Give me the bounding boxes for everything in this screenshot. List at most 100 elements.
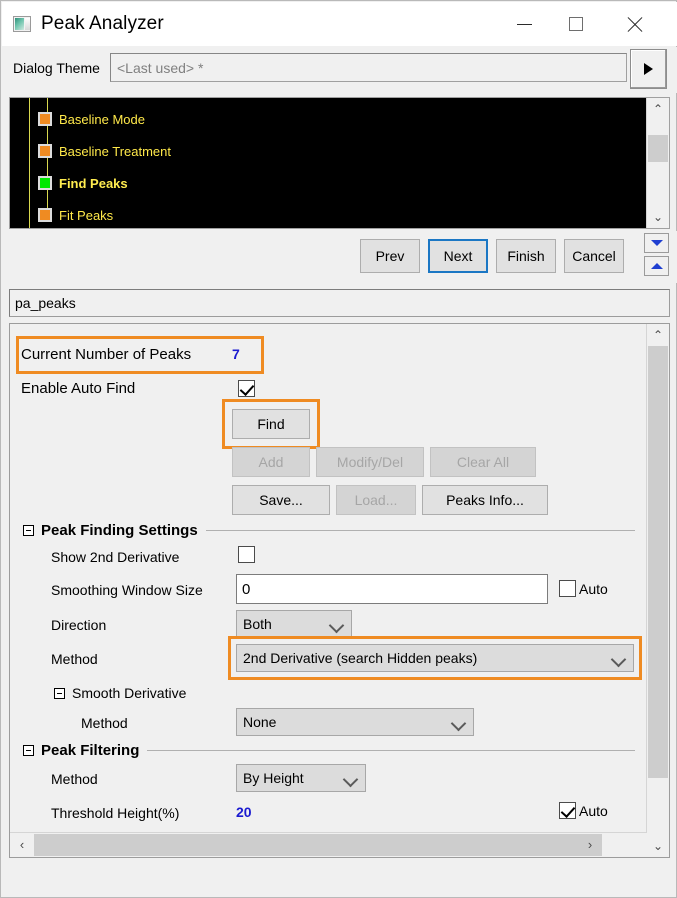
- settings-horizontal-scrollbar[interactable]: ‹ ›: [10, 832, 647, 857]
- settings-scroll-right-button[interactable]: ›: [578, 833, 602, 856]
- peak-filtering-method-combo[interactable]: By Height: [236, 764, 366, 792]
- smooth-derivative-method-combo[interactable]: None: [236, 708, 474, 736]
- title-bar: Peak Analyzer: [2, 2, 677, 46]
- threshold-auto-checkbox[interactable]: [559, 802, 576, 819]
- wizard-tree-panel: Baseline Mode Baseline Treatment Find Pe…: [9, 97, 670, 229]
- tree-status-icon: [38, 208, 52, 222]
- chevron-down-icon: [328, 617, 345, 634]
- tree-item-label: Baseline Treatment: [59, 143, 172, 159]
- threshold-height-value[interactable]: 20: [236, 804, 252, 820]
- direction-label: Direction: [51, 617, 107, 633]
- maximize-icon: [569, 17, 583, 31]
- enable-auto-find-checkbox[interactable]: [238, 380, 255, 397]
- smoothing-auto-checkbox[interactable]: [559, 580, 576, 597]
- next-button[interactable]: Next: [428, 239, 488, 273]
- settings-scroll-left-button[interactable]: ‹: [10, 833, 34, 856]
- clear-all-button[interactable]: Clear All: [430, 447, 536, 477]
- wizard-tree-canvas: Baseline Mode Baseline Treatment Find Pe…: [10, 98, 647, 228]
- close-button[interactable]: [611, 3, 657, 45]
- triangle-down-icon: [650, 240, 663, 246]
- chevron-down-icon: [342, 771, 359, 788]
- add-button[interactable]: Add: [232, 447, 310, 477]
- tree-item-label: Fit Peaks: [59, 207, 114, 223]
- direction-combo[interactable]: Both: [236, 610, 352, 638]
- tree-scrollbar-thumb[interactable]: [648, 135, 668, 162]
- dialog-theme-label: Dialog Theme: [13, 60, 100, 76]
- load-button[interactable]: Load...: [336, 485, 416, 515]
- tree-line: [29, 98, 30, 228]
- tree-vertical-scrollbar[interactable]: ⌃ ⌄: [646, 98, 669, 228]
- triangle-up-icon: [650, 263, 663, 269]
- tree-item-label: Find Peaks: [59, 175, 128, 191]
- peak-finding-settings-title: Peak Finding Settings: [41, 522, 198, 539]
- dialog-name-input[interactable]: pa_peaks: [9, 289, 670, 317]
- peaks-info-button[interactable]: Peaks Info...: [422, 485, 548, 515]
- settings-scrollbar-thumb[interactable]: [648, 346, 668, 778]
- peak-analyzer-dialog: Peak Analyzer Dialog Theme <Last used> *…: [0, 0, 677, 898]
- find-button[interactable]: Find: [232, 409, 310, 439]
- direction-combo-value: Both: [243, 616, 272, 632]
- threshold-auto-label: Auto: [579, 803, 608, 819]
- smoothing-window-size-label: Smoothing Window Size: [51, 582, 203, 598]
- show-2nd-derivative-label: Show 2nd Derivative: [51, 549, 180, 565]
- smooth-derivative-subgroup-header[interactable]: Smooth Derivative: [54, 685, 186, 701]
- spinner-up-button[interactable]: [644, 256, 669, 276]
- tree-status-icon: [38, 144, 52, 158]
- peak-filtering-group-header[interactable]: Peak Filtering: [23, 742, 635, 759]
- tree-item-find-peaks[interactable]: Find Peaks: [38, 172, 128, 194]
- panel-resize-spinner: [644, 233, 669, 277]
- peak-finding-method-combo[interactable]: 2nd Derivative (search Hidden peaks): [236, 644, 634, 672]
- wizard-button-row: Prev Next Finish Cancel: [2, 231, 677, 283]
- enable-auto-find-label: Enable Auto Find: [21, 380, 136, 397]
- tree-scroll-up-button[interactable]: ⌃: [647, 98, 669, 120]
- dialog-theme-menu-button[interactable]: [630, 49, 667, 89]
- minimize-button[interactable]: [501, 3, 547, 45]
- tree-status-icon: [38, 112, 52, 126]
- smoothing-window-size-input[interactable]: 0: [236, 574, 548, 604]
- settings-hscrollbar-thumb[interactable]: [34, 834, 602, 856]
- close-icon: [626, 16, 643, 33]
- triangle-right-icon: [644, 63, 653, 75]
- settings-scroll-down-button[interactable]: ⌄: [647, 835, 669, 857]
- smooth-derivative-title: Smooth Derivative: [72, 685, 187, 701]
- settings-panel: Current Number of Peaks 7 Enable Auto Fi…: [9, 323, 670, 858]
- finish-button[interactable]: Finish: [496, 239, 556, 273]
- peak-filtering-title: Peak Filtering: [41, 742, 140, 759]
- tree-item-baseline-mode[interactable]: Baseline Mode: [38, 108, 145, 130]
- tree-scroll-down-button[interactable]: ⌄: [647, 206, 669, 228]
- minimize-icon: [516, 23, 532, 25]
- settings-scroll-up-button[interactable]: ⌃: [647, 324, 669, 346]
- tree-status-icon: [38, 176, 52, 190]
- collapse-minus-icon: [54, 687, 65, 699]
- cancel-button[interactable]: Cancel: [564, 239, 624, 273]
- collapse-minus-icon: [23, 745, 34, 756]
- spinner-down-button[interactable]: [644, 233, 669, 253]
- show-2nd-derivative-checkbox[interactable]: [238, 546, 255, 563]
- group-rule: [205, 530, 635, 531]
- peak-finding-settings-group-header[interactable]: Peak Finding Settings: [23, 522, 635, 539]
- peak-filtering-method-value: By Height: [243, 770, 304, 786]
- tree-item-fit-peaks[interactable]: Fit Peaks: [38, 204, 113, 226]
- tree-item-label: Baseline Mode: [59, 111, 145, 127]
- smooth-derivative-method-label: Method: [81, 715, 128, 731]
- peak-finding-method-value: 2nd Derivative (search Hidden peaks): [243, 650, 478, 666]
- window-title: Peak Analyzer: [41, 13, 164, 34]
- maximize-button[interactable]: [553, 3, 599, 45]
- collapse-minus-icon: [23, 525, 34, 536]
- smoothing-auto-label: Auto: [579, 581, 608, 597]
- group-rule: [147, 750, 635, 751]
- tree-item-baseline-treatment[interactable]: Baseline Treatment: [38, 140, 171, 162]
- dialog-theme-input[interactable]: <Last used> *: [110, 53, 627, 82]
- plot-window-icon: [13, 16, 31, 32]
- settings-panel-content: Current Number of Peaks 7 Enable Auto Fi…: [10, 324, 647, 853]
- chevron-down-icon: [610, 651, 627, 668]
- peak-finding-method-label: Method: [51, 651, 98, 667]
- modify-del-button[interactable]: Modify/Del: [316, 447, 424, 477]
- smooth-derivative-method-value: None: [243, 714, 277, 730]
- save-button[interactable]: Save...: [232, 485, 330, 515]
- peak-filtering-method-label: Method: [51, 771, 98, 787]
- prev-button[interactable]: Prev: [360, 239, 420, 273]
- current-number-of-peaks-value: 7: [232, 346, 240, 362]
- settings-vertical-scrollbar[interactable]: ⌃ ⌄: [646, 324, 669, 857]
- current-number-of-peaks-label: Current Number of Peaks: [21, 346, 192, 363]
